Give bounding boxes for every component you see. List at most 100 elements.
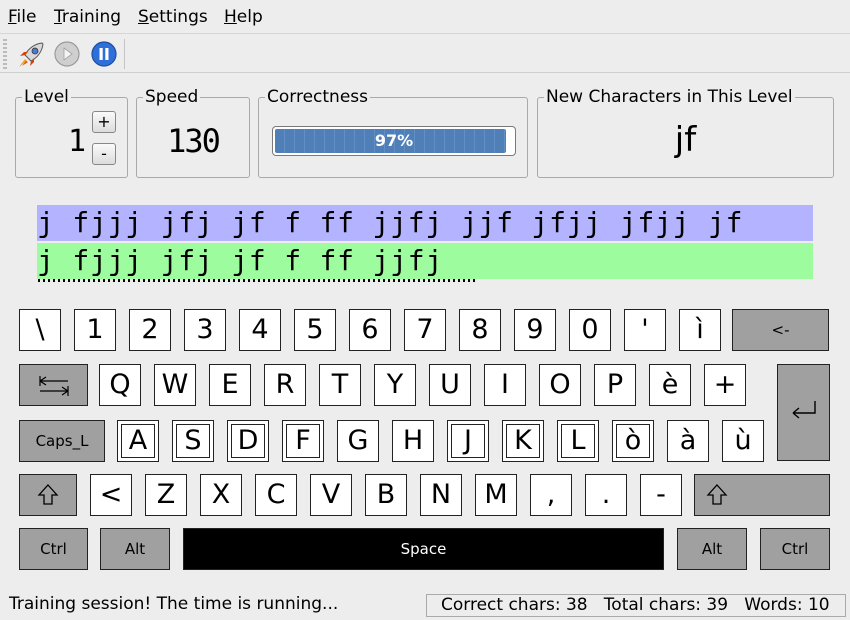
tab-key[interactable] xyxy=(19,364,88,406)
enter-arrow-icon xyxy=(792,401,816,419)
key-r[interactable]: R xyxy=(264,364,306,406)
tab-arrows-icon xyxy=(38,376,69,396)
key-z[interactable]: Z xyxy=(145,474,187,516)
typed-text-underline xyxy=(38,279,478,282)
backspace-key[interactable]: <- xyxy=(732,309,829,351)
key-8[interactable]: 8 xyxy=(459,309,501,351)
correctness-title: Correctness xyxy=(265,87,370,107)
key-o-grave[interactable]: ò xyxy=(612,420,654,462)
key-y[interactable]: Y xyxy=(374,364,416,406)
key-d[interactable]: D xyxy=(227,420,269,462)
toolbar xyxy=(0,35,850,73)
correctness-percent-label: 97% xyxy=(374,131,414,150)
left-alt-key[interactable]: Alt xyxy=(100,528,170,570)
key-q[interactable]: Q xyxy=(99,364,141,406)
left-ctrl-key[interactable]: Ctrl xyxy=(19,528,88,570)
right-shift-key[interactable] xyxy=(694,474,830,516)
play-icon[interactable] xyxy=(53,40,81,68)
menu-settings[interactable]: Settings xyxy=(138,7,208,27)
key-a-grave[interactable]: à xyxy=(667,420,709,462)
key-2[interactable]: 2 xyxy=(129,309,171,351)
toolbar-separator xyxy=(124,39,125,69)
menu-training[interactable]: Training xyxy=(54,7,121,27)
menu-help[interactable]: Help xyxy=(224,7,263,27)
key-5[interactable]: 5 xyxy=(294,309,336,351)
menu-bar: File Training Settings Help xyxy=(0,0,850,34)
key-p[interactable]: P xyxy=(594,364,636,406)
correctness-progress-bar: 97% xyxy=(272,126,516,156)
key-f[interactable]: F xyxy=(282,420,324,462)
toolbar-grip[interactable] xyxy=(3,39,7,69)
key-u-grave[interactable]: ù xyxy=(722,420,764,462)
level-title: Level xyxy=(22,87,71,107)
key-a[interactable]: A xyxy=(117,420,159,462)
level-group: Level 1 + - xyxy=(15,87,128,178)
menu-file-mnemonic: F xyxy=(8,7,17,27)
key-9[interactable]: 9 xyxy=(514,309,556,351)
speed-value: 130 xyxy=(167,122,221,160)
speed-group: Speed 130 xyxy=(136,87,250,178)
key-x[interactable]: X xyxy=(200,474,242,516)
status-statistics: Correct chars: 38 Total chars: 39 Words:… xyxy=(426,594,846,617)
menu-settings-mnemonic: S xyxy=(138,7,149,27)
status-message: Training session! The time is running... xyxy=(9,594,339,614)
target-text-line: j fjjj jfj jf f ff jjfj jjf jfjj jfjj jf xyxy=(37,205,813,241)
key-b[interactable]: B xyxy=(365,474,407,516)
key-c[interactable]: C xyxy=(255,474,297,516)
menu-training-mnemonic: T xyxy=(54,7,62,27)
key-v[interactable]: V xyxy=(310,474,352,516)
level-decrease-button[interactable]: - xyxy=(92,143,116,165)
key-t[interactable]: T xyxy=(319,364,361,406)
key-e-grave[interactable]: è xyxy=(649,364,691,406)
key-u[interactable]: U xyxy=(429,364,471,406)
key-w[interactable]: W xyxy=(154,364,196,406)
key-apostrophe[interactable]: ' xyxy=(624,309,666,351)
key-h[interactable]: H xyxy=(392,420,434,462)
pause-icon[interactable] xyxy=(90,40,118,68)
new-characters-value: jf xyxy=(674,120,697,160)
right-alt-key[interactable]: Alt xyxy=(677,528,747,570)
space-key[interactable]: Space xyxy=(183,528,664,570)
new-characters-title: New Characters in This Level xyxy=(544,87,795,107)
key-e[interactable]: E xyxy=(209,364,251,406)
key-comma[interactable]: , xyxy=(530,474,572,516)
key-4[interactable]: 4 xyxy=(239,309,281,351)
key-minus[interactable]: - xyxy=(640,474,682,516)
menu-file[interactable]: File xyxy=(8,7,36,27)
key-n[interactable]: N xyxy=(420,474,462,516)
menu-file-label: ile xyxy=(16,7,37,27)
key-m[interactable]: M xyxy=(475,474,517,516)
key-3[interactable]: 3 xyxy=(184,309,226,351)
left-shift-key[interactable] xyxy=(19,474,77,516)
key-l[interactable]: L xyxy=(557,420,599,462)
key-less-than[interactable]: < xyxy=(90,474,132,516)
typed-text-line[interactable]: j fjjj jfj jf f ff jjfj xyxy=(37,243,813,279)
level-value: 1 xyxy=(68,124,87,159)
speed-title: Speed xyxy=(143,87,201,107)
enter-key[interactable] xyxy=(777,364,830,461)
key-backslash[interactable]: \ xyxy=(19,309,61,351)
menu-training-label: raining xyxy=(61,7,122,27)
rocket-icon[interactable] xyxy=(16,40,44,68)
key-k[interactable]: K xyxy=(502,420,544,462)
key-0[interactable]: 0 xyxy=(569,309,611,351)
shift-arrow-icon xyxy=(37,484,59,505)
key-7[interactable]: 7 xyxy=(404,309,446,351)
level-increase-button[interactable]: + xyxy=(92,111,116,133)
new-characters-group: New Characters in This Level jf xyxy=(537,87,834,178)
key-1[interactable]: 1 xyxy=(74,309,116,351)
key-i[interactable]: I xyxy=(484,364,526,406)
shift-arrow-icon xyxy=(706,484,728,505)
menu-settings-label: ettings xyxy=(148,7,208,27)
caps-lock-key[interactable]: Caps_L xyxy=(19,420,105,462)
key-plus[interactable]: + xyxy=(704,364,746,406)
key-j[interactable]: J xyxy=(447,420,489,462)
key-g[interactable]: G xyxy=(337,420,379,462)
key-period[interactable]: . xyxy=(585,474,627,516)
key-i-grave[interactable]: ì xyxy=(679,309,721,351)
right-ctrl-key[interactable]: Ctrl xyxy=(760,528,830,570)
key-6[interactable]: 6 xyxy=(349,309,391,351)
key-s[interactable]: S xyxy=(172,420,214,462)
menu-help-label: elp xyxy=(236,7,263,27)
key-o[interactable]: O xyxy=(539,364,581,406)
